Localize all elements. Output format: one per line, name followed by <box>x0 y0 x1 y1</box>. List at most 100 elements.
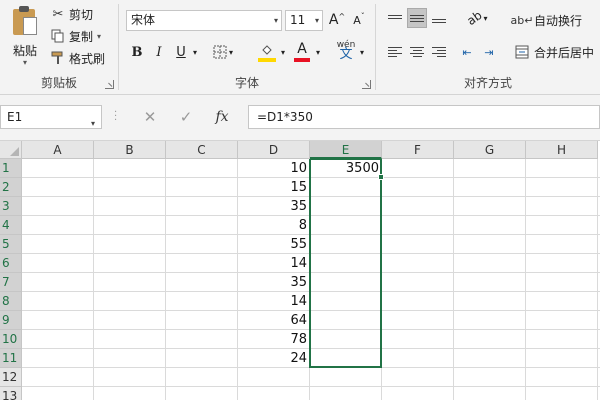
italic-button[interactable]: I <box>150 42 168 62</box>
cell-area[interactable]: 10 15 35 8 55 14 35 14 64 78 24 3500 <box>22 159 600 400</box>
bold-button[interactable]: B <box>128 42 146 62</box>
align-right-icon <box>432 45 446 59</box>
cell-d5[interactable]: 55 <box>238 235 310 254</box>
chevron-down-icon[interactable]: ▾ <box>6 59 44 67</box>
cell-d8[interactable]: 14 <box>238 292 310 311</box>
align-center-button[interactable] <box>407 42 427 62</box>
cut-button[interactable]: ✂ 剪切 <box>50 4 93 24</box>
copy-button[interactable]: 复制 ▾ <box>50 26 101 46</box>
function-icon: fx <box>215 109 229 125</box>
row-header-10[interactable]: 10 <box>0 330 22 349</box>
orientation-icon: ab <box>463 7 485 29</box>
column-header-a[interactable]: A <box>22 141 94 159</box>
row-header-8[interactable]: 8 <box>0 292 22 311</box>
font-size-value: 11 <box>290 13 306 27</box>
dialog-launcher-icon[interactable] <box>362 80 371 89</box>
name-box[interactable]: E1 ▾ <box>0 105 102 129</box>
cell-d9[interactable]: 64 <box>238 311 310 330</box>
paste-button[interactable]: 粘贴 ▾ <box>6 4 44 67</box>
chevron-down-icon[interactable]: ▾ <box>91 113 95 135</box>
align-left-icon <box>388 45 402 59</box>
scissors-icon: ✂ <box>52 6 64 22</box>
font-color-button[interactable]: A <box>292 40 312 62</box>
formula-bar-resize-handle[interactable]: · · · <box>114 108 118 126</box>
cell-d7[interactable]: 35 <box>238 273 310 292</box>
spreadsheet-grid: ABCDEFGH 1 2 3 4 5 6 7 8 9 10 11 12 13 10 15 35 8 55 14 35… <box>0 141 600 400</box>
font-size-select[interactable]: 11 ▾ <box>285 10 323 31</box>
align-bottom-button[interactable] <box>429 8 449 28</box>
row-header-12[interactable]: 12 <box>0 368 22 387</box>
row-header-11[interactable]: 11 <box>0 349 22 368</box>
clipboard-group: 粘贴 ▾ ✂ 剪切 复制 ▾ 格式刷 剪贴板 <box>0 0 118 95</box>
chevron-down-icon[interactable]: ▾ <box>190 42 200 62</box>
phonetic-char-label: 文 <box>339 47 353 62</box>
align-top-icon <box>388 13 402 24</box>
font-name-select[interactable]: 宋体 ▾ <box>126 10 282 31</box>
chevron-down-icon[interactable]: ▾ <box>274 11 278 30</box>
decrease-indent-button[interactable]: ⇤ <box>457 42 477 62</box>
copy-icon <box>50 28 66 44</box>
align-middle-icon <box>410 13 424 24</box>
cut-label: 剪切 <box>69 7 94 22</box>
column-header-f[interactable]: F <box>382 141 454 159</box>
paste-icon <box>11 6 39 38</box>
underline-button[interactable]: U <box>172 42 190 62</box>
clipboard-group-label: 剪贴板 <box>40 76 77 90</box>
dialog-launcher-icon[interactable] <box>105 80 114 89</box>
fill-color-button[interactable] <box>256 40 278 62</box>
increase-indent-button[interactable]: ⇥ <box>479 42 499 62</box>
column-header-g[interactable]: G <box>454 141 526 159</box>
cell-d3[interactable]: 35 <box>238 197 310 216</box>
format-painter-button[interactable]: 格式刷 <box>50 48 105 68</box>
chevron-down-icon[interactable]: ▾ <box>278 42 288 62</box>
align-middle-button[interactable] <box>407 8 427 28</box>
check-icon: ✓ <box>179 108 193 126</box>
chevron-down-icon[interactable]: ▾ <box>97 32 101 41</box>
merge-center-label: 合并后居中 <box>534 45 595 60</box>
cell-d6[interactable]: 14 <box>238 254 310 273</box>
chevron-down-icon[interactable]: ▾ <box>313 42 323 62</box>
confirm-entry-button[interactable]: ✓ <box>172 105 200 129</box>
wrap-text-button[interactable]: ab↵ 自动换行 <box>511 10 582 30</box>
fill-handle[interactable] <box>378 174 384 180</box>
row-header-9[interactable]: 9 <box>0 311 22 330</box>
font-name-value: 宋体 <box>131 13 156 27</box>
merge-center-button[interactable]: 合并后居中 <box>514 42 594 62</box>
cell-d2[interactable]: 15 <box>238 178 310 197</box>
column-header-h[interactable]: H <box>526 141 598 159</box>
insert-function-button[interactable]: fx <box>208 105 236 129</box>
column-header-c[interactable]: C <box>166 141 238 159</box>
column-header-e[interactable]: E <box>310 141 382 159</box>
orientation-button[interactable]: ab ▾ <box>463 8 491 28</box>
select-all-button[interactable] <box>0 141 22 159</box>
phonetic-guide-button[interactable]: wén 文 <box>335 41 357 63</box>
ribbon: 粘贴 ▾ ✂ 剪切 复制 ▾ 格式刷 剪贴板 字体 宋体 ▾ 11 ▾ A ^ … <box>0 0 600 95</box>
cell-d1[interactable]: 10 <box>238 159 310 178</box>
row-header-1[interactable]: 1 <box>0 159 22 178</box>
increase-indent-icon: ⇥ <box>484 45 494 59</box>
row-header-4[interactable]: 4 <box>0 216 22 235</box>
chevron-down-icon[interactable]: ▾ <box>315 11 319 30</box>
align-right-button[interactable] <box>429 42 449 62</box>
row-header-3[interactable]: 3 <box>0 197 22 216</box>
cancel-entry-button[interactable]: ✕ <box>136 105 164 129</box>
chevron-down-icon[interactable]: ▾ <box>357 42 367 62</box>
cell-d4[interactable]: 8 <box>238 216 310 235</box>
cell-d10[interactable]: 78 <box>238 330 310 349</box>
row-header-2[interactable]: 2 <box>0 178 22 197</box>
row-header-5[interactable]: 5 <box>0 235 22 254</box>
column-header-b[interactable]: B <box>94 141 166 159</box>
paint-bucket-icon <box>262 45 272 55</box>
column-header-d[interactable]: D <box>238 141 310 159</box>
cell-d11[interactable]: 24 <box>238 349 310 368</box>
row-header-13[interactable]: 13 <box>0 387 22 400</box>
increase-font-label: A <box>328 12 339 28</box>
row-header-6[interactable]: 6 <box>0 254 22 273</box>
row-header-7[interactable]: 7 <box>0 273 22 292</box>
decrease-font-size-button[interactable]: Aˇ <box>350 10 368 30</box>
formula-input[interactable]: =D1*350 <box>248 105 600 129</box>
align-left-button[interactable] <box>385 42 405 62</box>
borders-button[interactable]: ▾ <box>212 42 234 62</box>
align-top-button[interactable] <box>385 8 405 28</box>
increase-font-size-button[interactable]: A ^ <box>328 10 346 30</box>
